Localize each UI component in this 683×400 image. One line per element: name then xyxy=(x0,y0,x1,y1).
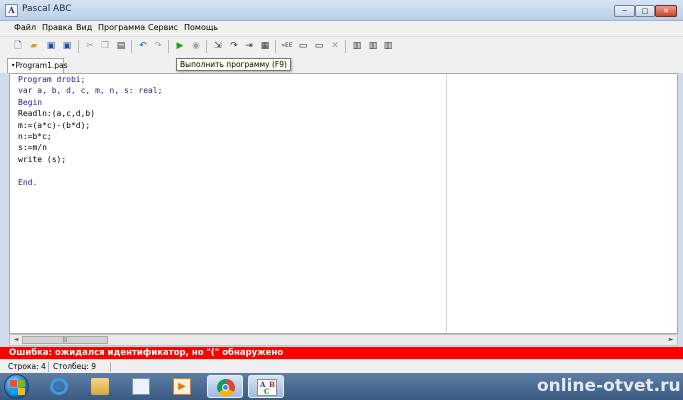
cut-icon[interactable]: ✂ xyxy=(84,40,96,52)
window-3-icon[interactable]: ▥ xyxy=(382,40,394,52)
code-line: Readln:(a,c,d,b) xyxy=(18,109,96,119)
code-line: var a, b, d, c, m, n, s: real; xyxy=(18,86,163,96)
title-bar: A Pascal ABC ─ □ ✕ xyxy=(0,0,683,21)
menu-program[interactable]: Программа xyxy=(98,23,145,32)
window-2-icon[interactable]: ▥ xyxy=(367,40,379,52)
tab-program1[interactable]: •Program1.pas xyxy=(7,58,68,73)
window-1-icon[interactable]: ▥ xyxy=(351,40,363,52)
windows-logo-icon xyxy=(18,388,25,395)
minimize-button[interactable]: ─ xyxy=(614,5,635,17)
start-button[interactable] xyxy=(4,374,29,399)
taskbar: e ▶ A B C online-otvet.ru xyxy=(0,373,683,400)
code-line: write (s); xyxy=(18,154,67,164)
chrome-icon xyxy=(217,379,235,396)
maximize-button[interactable]: □ xyxy=(635,5,655,17)
paste-icon[interactable]: ▤ xyxy=(115,40,127,52)
status-separator xyxy=(110,362,111,372)
windows-logo-icon xyxy=(18,380,25,387)
close-button[interactable]: ✕ xyxy=(655,5,677,17)
right-margin-line xyxy=(446,74,447,333)
monitor-icon[interactable]: ▭ xyxy=(313,40,325,52)
internet-explorer-icon: e xyxy=(50,378,68,395)
windows-logo-icon xyxy=(10,388,17,395)
media-player-icon: ▶ xyxy=(173,378,191,395)
code-line: End. xyxy=(18,177,38,187)
step-into-icon[interactable]: ⇲ xyxy=(212,40,224,52)
watermark: online-otvet.ru xyxy=(537,376,681,396)
scroll-thumb[interactable]: ||| xyxy=(22,336,108,344)
toolbar-separator xyxy=(78,40,79,53)
image-viewer-icon xyxy=(132,378,150,395)
windows-logo-icon xyxy=(10,380,17,387)
status-separator xyxy=(48,362,49,372)
taskbar-image-viewer[interactable] xyxy=(125,375,157,398)
menu-file[interactable]: Файл xyxy=(14,23,36,32)
toolbar-separator xyxy=(168,40,169,53)
new-file-icon[interactable]: 🗋 xyxy=(12,40,24,52)
run-tooltip: Выполнить программу (F9) xyxy=(176,58,291,71)
toolbar-separator xyxy=(131,40,132,53)
toolbar: 🗋 ▰ ▣ ▣ ✂ ❐ ▤ ↶ ↷ ▶ ◉ ⇲ ↷ ⇥ ▦ »ЕЕ ▭ ▭ ✕ … xyxy=(0,37,683,56)
tools-icon[interactable]: ▭ xyxy=(297,40,309,52)
status-column: Столбец: 9 xyxy=(53,362,97,371)
save-all-icon[interactable]: ▣ xyxy=(61,40,73,52)
code-text[interactable]: Program drobi; var a, b, d, c, m, n, s: … xyxy=(18,74,163,188)
watch-icon[interactable]: ▦ xyxy=(259,40,271,52)
code-line: m:=(a*c)-(b*d); xyxy=(18,120,91,130)
save-icon[interactable]: ▣ xyxy=(45,40,57,52)
step-over-icon[interactable]: ↷ xyxy=(228,40,240,52)
taskbar-media-player[interactable]: ▶ xyxy=(166,375,198,398)
menu-edit[interactable]: Правка xyxy=(42,23,72,32)
scroll-left-icon[interactable]: ◄ xyxy=(10,335,22,345)
menu-service[interactable]: Сервис xyxy=(148,23,178,32)
stop-icon[interactable]: ◉ xyxy=(190,40,202,52)
code-editor[interactable]: Program drobi; var a, b, d, c, m, n, s: … xyxy=(9,73,678,334)
error-message: Ошибка: ожидался идентификатор, но "(" о… xyxy=(0,347,683,359)
tab-strip: •Program1.pas xyxy=(0,56,683,73)
toolbar-separator xyxy=(275,40,276,53)
window-title: Pascal ABC xyxy=(22,4,72,14)
run-icon[interactable]: ▶ xyxy=(174,40,186,52)
code-line: Program drobi; xyxy=(18,75,86,84)
code-line: n:=b*c; xyxy=(18,131,52,141)
pascal-letter-c: C xyxy=(264,387,270,396)
undo-icon[interactable]: ↶ xyxy=(137,40,149,52)
taskbar-internet-explorer[interactable]: e xyxy=(43,375,75,398)
close-debug-icon[interactable]: ✕ xyxy=(329,40,341,52)
taskbar-pascal-abc[interactable]: A B C xyxy=(248,375,284,398)
redo-icon[interactable]: ↷ xyxy=(152,40,164,52)
code-line: s:=m/n xyxy=(18,143,47,153)
file-explorer-icon xyxy=(91,378,109,395)
scroll-right-icon[interactable]: ► xyxy=(665,335,677,345)
menu-bar: Файл Правка Вид Программа Сервис Помощь xyxy=(0,21,683,37)
status-bar: Строка: 4 Столбец: 9 xyxy=(0,359,683,373)
taskbar-file-explorer[interactable] xyxy=(84,375,116,398)
run-to-cursor-icon[interactable]: ⇥ xyxy=(243,40,255,52)
toolbar-separator xyxy=(206,40,207,53)
menu-view[interactable]: Вид xyxy=(76,23,92,32)
open-folder-icon[interactable]: ▰ xyxy=(28,40,40,52)
status-line: Строка: 4 xyxy=(8,362,46,371)
pascal-abc-icon: A B C xyxy=(257,379,277,396)
menu-help[interactable]: Помощь xyxy=(184,23,218,32)
horizontal-scrollbar[interactable]: ◄ ||| ► xyxy=(9,334,678,346)
compile-icon[interactable]: »ЕЕ xyxy=(281,40,293,52)
pascal-abc-app-icon: A xyxy=(5,4,18,17)
toolbar-separator xyxy=(345,40,346,53)
taskbar-chrome[interactable] xyxy=(207,375,243,398)
copy-icon[interactable]: ❐ xyxy=(99,40,111,52)
code-line: Begin xyxy=(18,97,43,107)
